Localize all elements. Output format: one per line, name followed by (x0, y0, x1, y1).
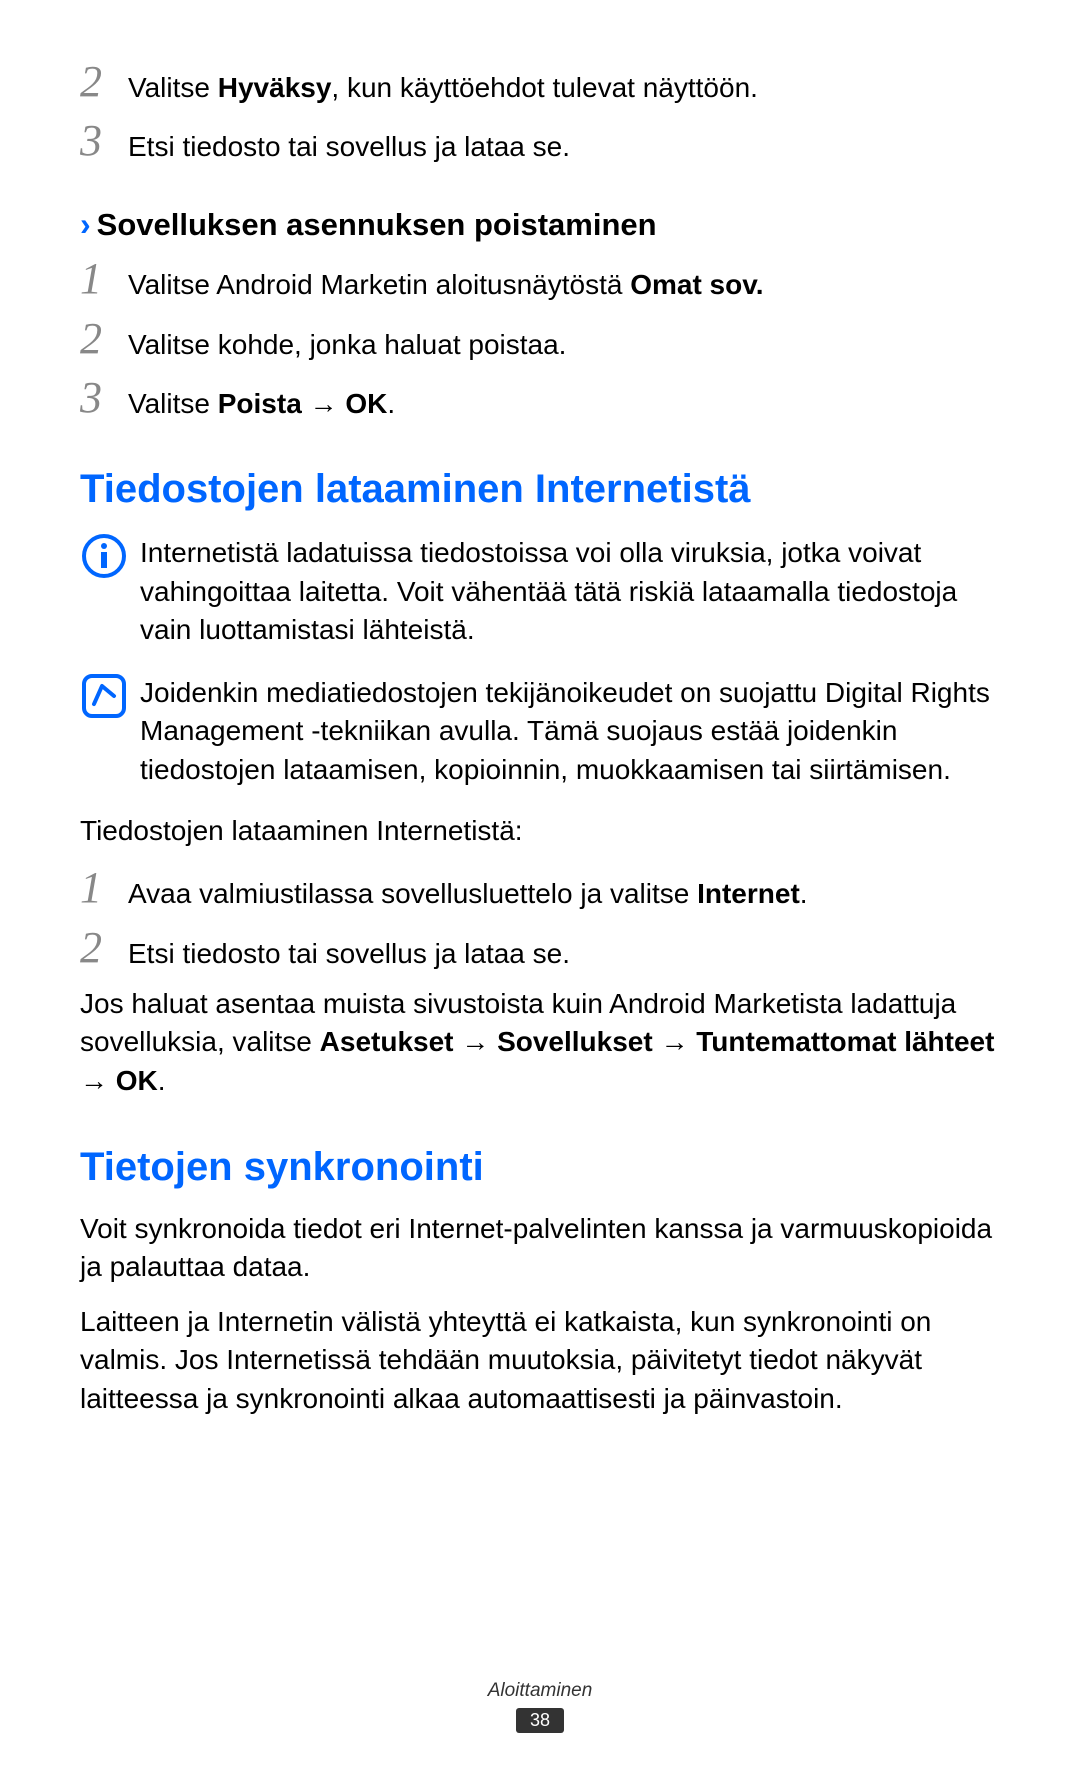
step-item: 2 Etsi tiedosto tai sovellus ja lataa se… (80, 926, 1000, 973)
step-text: Valitse kohde, jonka haluat poistaa. (128, 317, 1000, 364)
page-number-badge: 38 (516, 1708, 564, 1733)
step-item: 3 Etsi tiedosto tai sovellus ja lataa se… (80, 119, 1000, 166)
note-icon (80, 672, 128, 720)
warning-text: Internetistä ladatuissa tiedostoissa voi… (140, 532, 1000, 650)
step-number: 3 (80, 376, 128, 420)
heading-sync: Tietojen synkronointi (80, 1145, 1000, 1190)
step-text: Etsi tiedosto tai sovellus ja lataa se. (128, 926, 1000, 973)
heading-download-files: Tiedostojen lataaminen Internetistä (80, 467, 1000, 512)
step-item: 1 Valitse Android Marketin aloitusnäytös… (80, 257, 1000, 304)
page-footer: Aloittaminen 38 (0, 1680, 1080, 1733)
warning-note: Internetistä ladatuissa tiedostoissa voi… (80, 532, 1000, 650)
install-note-text: Jos haluat asentaa muista sivustoista ku… (80, 985, 1000, 1101)
step-text: Valitse Hyväksy, kun käyttöehdot tulevat… (128, 60, 1000, 107)
sync-paragraph-1: Voit synkronoida tiedot eri Internet-pal… (80, 1210, 1000, 1287)
subheading-uninstall: › Sovelluksen asennuksen poistaminen (80, 206, 1000, 243)
step-number: 2 (80, 317, 128, 361)
footer-section-label: Aloittaminen (0, 1680, 1080, 1702)
step-number: 2 (80, 926, 128, 970)
step-item: 2 Valitse kohde, jonka haluat poistaa. (80, 317, 1000, 364)
chevron-right-icon: › (80, 206, 91, 243)
subheading-text: Sovelluksen asennuksen poistaminen (97, 207, 657, 243)
step-item: 3 Valitse Poista → OK. (80, 376, 1000, 423)
step-text: Valitse Poista → OK. (128, 376, 1000, 423)
step-text: Valitse Android Marketin aloitusnäytöstä… (128, 257, 1000, 304)
step-number: 1 (80, 257, 128, 301)
step-number: 3 (80, 119, 128, 163)
info-note: Joidenkin mediatiedostojen tekijänoikeud… (80, 672, 1000, 790)
sync-paragraph-2: Laitteen ja Internetin välistä yhteyttä … (80, 1303, 1000, 1419)
step-item: 2 Valitse Hyväksy, kun käyttöehdot tulev… (80, 60, 1000, 107)
warning-icon (80, 532, 128, 580)
download-intro-text: Tiedostojen lataaminen Internetistä: (80, 812, 1000, 851)
info-text: Joidenkin mediatiedostojen tekijänoikeud… (140, 672, 1000, 790)
step-item: 1 Avaa valmiustilassa sovellusluettelo j… (80, 866, 1000, 913)
step-text: Avaa valmiustilassa sovellusluettelo ja … (128, 866, 1000, 913)
step-number: 2 (80, 60, 128, 104)
step-text: Etsi tiedosto tai sovellus ja lataa se. (128, 119, 1000, 166)
step-number: 1 (80, 866, 128, 910)
